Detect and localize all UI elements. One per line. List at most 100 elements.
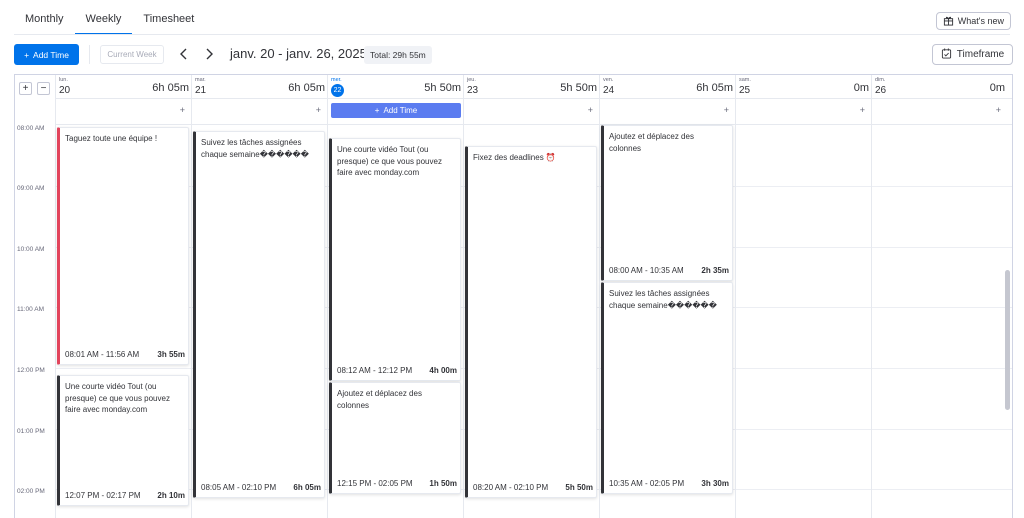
day-abbr: ven.: [603, 77, 614, 83]
day-header: mer. 22 5h 50m: [328, 75, 463, 99]
entry-title: Suivez les tâches assignées chaque semai…: [201, 138, 309, 159]
entry-duration: 1h 50m: [429, 479, 457, 488]
add-time-label: Add Time: [33, 49, 69, 60]
day-total: 6h 05m: [152, 82, 189, 94]
day-total: 5h 50m: [424, 82, 461, 94]
time-entry[interactable]: Ajoutez et déplacez des colonnes 12:15 P…: [329, 382, 461, 494]
day-header: jeu. 23 5h 50m: [464, 75, 599, 99]
whats-new-label: What's new: [957, 16, 1004, 26]
vertical-scrollbar[interactable]: [1005, 270, 1010, 410]
add-entry-row: + Add Time: [328, 99, 463, 125]
entry-duration: 2h 35m: [701, 266, 729, 275]
add-entry-row[interactable]: +: [736, 99, 871, 125]
day-number: 25: [739, 85, 751, 96]
time-entry[interactable]: Fixez des deadlines ⏰ 08:20 AM - 02:10 P…: [465, 146, 597, 498]
add-entry-row[interactable]: +: [56, 99, 191, 125]
day-column-mon: lun. 20 6h 05m + Taguez toute une équipe…: [55, 75, 191, 518]
time-entry[interactable]: Ajoutez et déplacez des colonnes 08:00 A…: [601, 125, 733, 281]
timeframe-button[interactable]: Timeframe: [932, 44, 1013, 65]
day-total: 0m: [989, 82, 1005, 94]
tabs-divider: [14, 34, 1010, 35]
day-abbr: dim.: [875, 77, 886, 83]
add-entry-row[interactable]: +: [600, 99, 735, 125]
add-time-button[interactable]: + Add Time: [14, 44, 79, 65]
timeframe-label: Timeframe: [956, 49, 1005, 60]
entry-duration: 6h 05m: [293, 483, 321, 492]
day-total: 5h 50m: [560, 82, 597, 94]
day-number: 24: [603, 85, 615, 96]
day-number: 23: [467, 85, 479, 96]
entry-time: 12:15 PM - 02:05 PM: [337, 479, 413, 488]
time-entry[interactable]: Une courte vidéo Tout (ou presque) ce qu…: [329, 138, 461, 381]
add-entry-row[interactable]: +: [872, 99, 1012, 125]
plus-icon[interactable]: +: [180, 105, 185, 115]
entry-time: 08:01 AM - 11:56 AM: [65, 350, 140, 359]
entry-duration: 5h 50m: [565, 483, 593, 492]
day-column-sun: dim. 26 0m +: [871, 75, 1012, 518]
hour-label: 01:00 PM: [17, 428, 45, 435]
whats-new-button[interactable]: What's new: [935, 12, 1011, 30]
toolbar: + Add Time Current Week janv. 20 - janv.…: [14, 44, 1013, 66]
day-abbr: sam.: [739, 77, 751, 83]
day-column-wed: mer. 22 5h 50m + Add Time Une courte vid…: [327, 75, 463, 518]
day-header: dim. 26 0m: [872, 75, 1012, 99]
hour-label: 02:00 PM: [17, 488, 45, 495]
day-abbr: mer.: [331, 77, 342, 83]
current-week-button[interactable]: Current Week: [100, 45, 164, 64]
entry-title: Ajoutez et déplacez des colonnes: [337, 389, 422, 410]
entry-title: Fixez des deadlines ⏰: [473, 153, 556, 162]
gift-icon: [943, 16, 954, 28]
time-entry[interactable]: Taguez toute une équipe ! 08:01 AM - 11:…: [57, 127, 189, 365]
date-range: janv. 20 - janv. 26, 2025: [230, 46, 367, 61]
day-column-tue: mar. 21 6h 05m + Suivez les tâches assig…: [191, 75, 327, 518]
plus-icon[interactable]: +: [996, 105, 1001, 115]
day-total: 6h 05m: [288, 82, 325, 94]
zoom-out-button[interactable]: −: [37, 82, 50, 95]
entry-duration: 4h 00m: [429, 366, 457, 375]
entry-time: 08:00 AM - 10:35 AM: [609, 266, 684, 275]
entry-time: 08:12 AM - 12:12 PM: [337, 366, 413, 375]
plus-icon: +: [374, 106, 380, 115]
plus-icon[interactable]: +: [724, 105, 729, 115]
day-header: mar. 21 6h 05m: [192, 75, 327, 99]
day-total: 6h 05m: [696, 82, 733, 94]
add-entry-row[interactable]: +: [464, 99, 599, 125]
hour-label: 08:00 AM: [17, 125, 45, 132]
day-header: ven. 24 6h 05m: [600, 75, 735, 99]
day-number: 26: [875, 85, 887, 96]
entry-time: 08:05 AM - 02:10 PM: [201, 483, 277, 492]
plus-icon[interactable]: +: [316, 105, 321, 115]
add-entry-row[interactable]: +: [192, 99, 327, 125]
tab-monthly[interactable]: Monthly: [14, 7, 75, 35]
hour-label: 11:00 AM: [17, 306, 44, 313]
plus-icon[interactable]: +: [588, 105, 593, 115]
time-entry[interactable]: Suivez les tâches assignées chaque semai…: [193, 131, 325, 498]
day-column-fri: ven. 24 6h 05m + Ajoutez et déplacez des…: [599, 75, 735, 518]
day-abbr: jeu.: [467, 77, 476, 83]
toolbar-separator: [89, 45, 90, 64]
zoom-in-button[interactable]: +: [19, 82, 32, 95]
day-header: lun. 20 6h 05m: [56, 75, 191, 99]
chevron-right-icon[interactable]: [203, 47, 215, 61]
hour-label: 12:00 PM: [17, 367, 45, 374]
chevron-left-icon[interactable]: [178, 47, 190, 61]
tab-weekly[interactable]: Weekly: [74, 7, 133, 35]
entry-time: 12:07 PM - 02:17 PM: [65, 491, 141, 500]
day-abbr: lun.: [59, 77, 68, 83]
time-entry[interactable]: Une courte vidéo Tout (ou presque) ce qu…: [57, 375, 189, 506]
time-entry[interactable]: Suivez les tâches assignées chaque semai…: [601, 282, 733, 494]
day-number-today: 22: [331, 84, 344, 97]
hour-label: 09:00 AM: [17, 185, 45, 192]
view-tabs: Monthly Weekly Timesheet: [14, 7, 205, 35]
day-column-thu: jeu. 23 5h 50m + Fixez des deadlines ⏰ 0…: [463, 75, 599, 518]
time-gutter: + − 08:00 AM 09:00 AM 10:00 AM 11:00 AM …: [15, 75, 55, 518]
tab-timesheet[interactable]: Timesheet: [132, 7, 205, 35]
entry-duration: 2h 10m: [157, 491, 185, 500]
calendar-check-icon: [941, 47, 952, 62]
add-time-inline-button[interactable]: + Add Time: [331, 103, 461, 118]
add-time-inline-label: Add Time: [383, 106, 418, 115]
entry-title: Une courte vidéo Tout (ou presque) ce qu…: [337, 145, 442, 177]
entry-duration: 3h 55m: [157, 350, 185, 359]
day-total: 0m: [853, 82, 869, 94]
plus-icon[interactable]: +: [860, 105, 865, 115]
